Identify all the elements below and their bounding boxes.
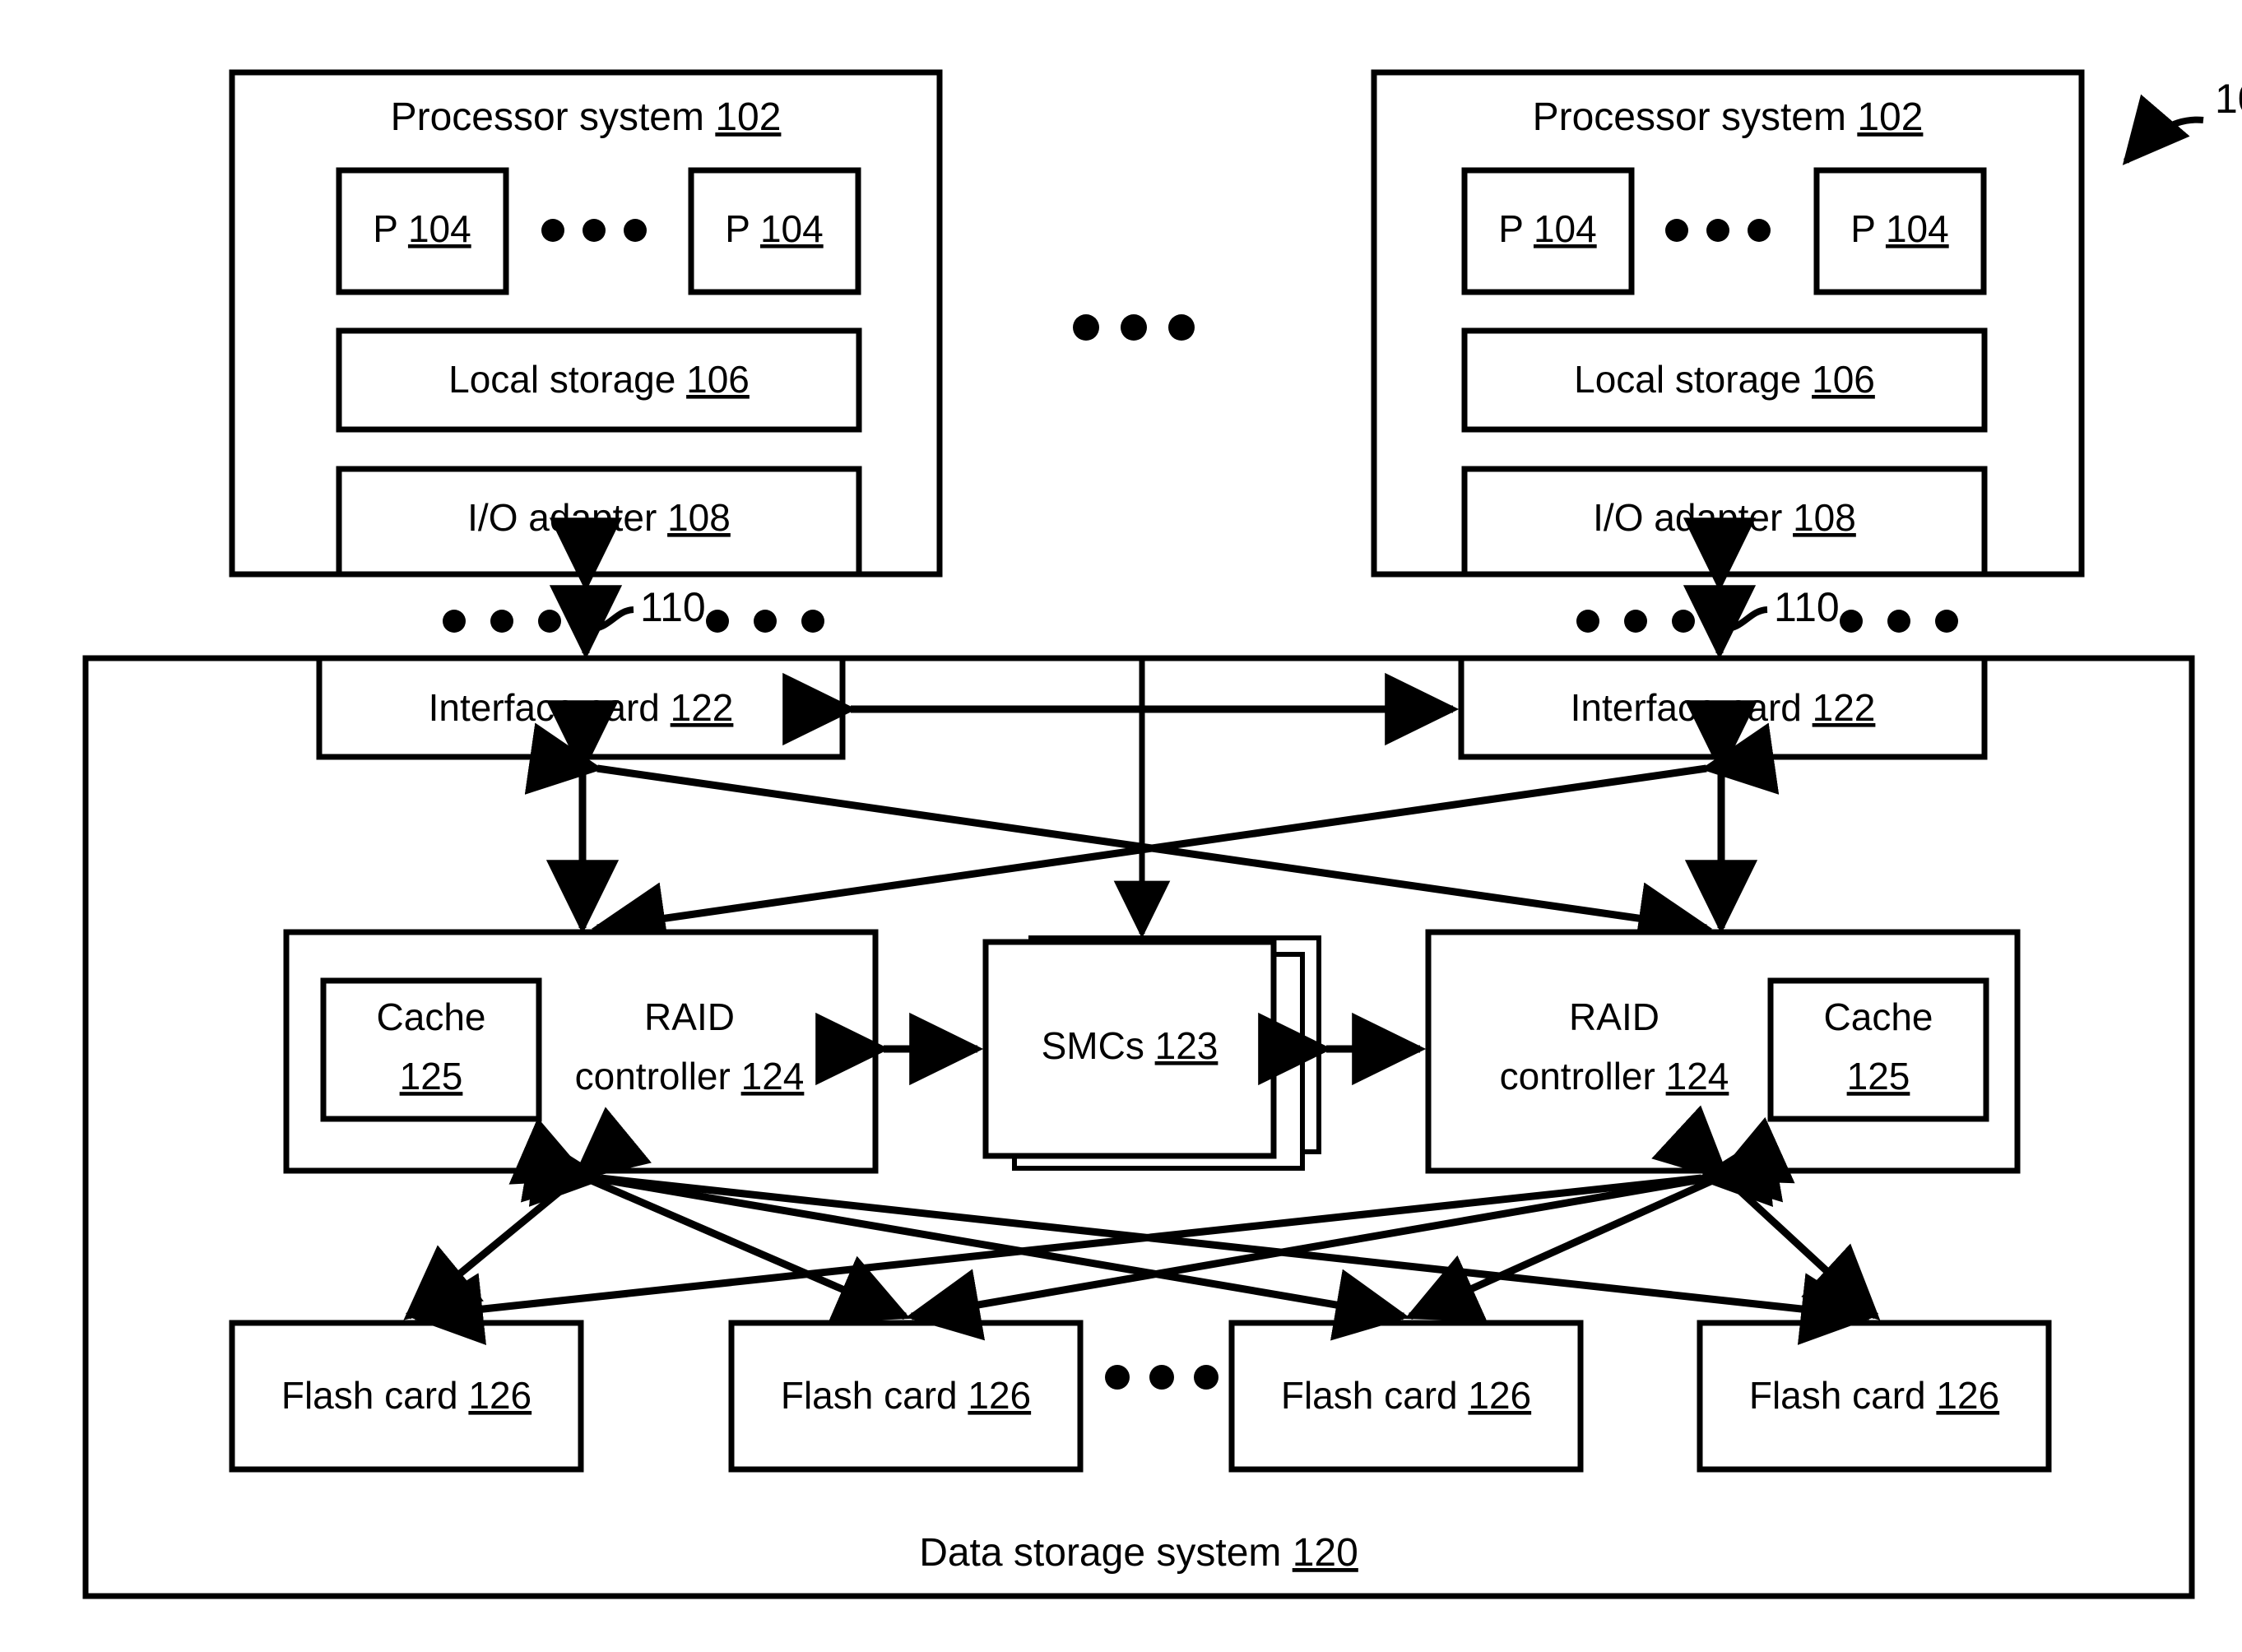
raid-controller-left-label-line1: RAID [644, 995, 735, 1038]
cache-left-num: 125 [400, 1055, 463, 1097]
local-storage-right[interactable]: Local storage 106 [1461, 327, 1988, 433]
processor-left-2-label: P 104 [725, 207, 823, 250]
processor-left-ellipsis [541, 219, 647, 242]
flash-card-1-label: Flash card 126 [281, 1374, 531, 1417]
cache-left[interactable]: Cache 125 [320, 977, 542, 1122]
flash-cards-ellipsis [1105, 1365, 1218, 1390]
raid-controller-left-label-line2: controller 124 [575, 1055, 805, 1097]
smcs-label: SMCs 123 [1042, 1024, 1218, 1067]
local-storage-right-label: Local storage 106 [1574, 358, 1875, 401]
interface-card-left-label: Interface card 122 [429, 686, 734, 729]
processor-right-1[interactable]: P 104 [1461, 167, 1635, 295]
flash-card-4-label: Flash card 126 [1749, 1374, 1999, 1417]
processor-systems-ellipsis [1073, 314, 1195, 341]
processor-right-2-label: P 104 [1850, 207, 1948, 250]
local-storage-left[interactable]: Local storage 106 [336, 327, 862, 433]
interface-card-left[interactable]: Interface card 122 [316, 655, 846, 760]
flash-card-3[interactable]: Flash card 126 [1228, 1320, 1584, 1473]
cache-right[interactable]: Cache 125 [1767, 977, 1989, 1122]
processor-right-1-label: P 104 [1498, 207, 1596, 250]
raid-controller-right-label-line1: RAID [1569, 995, 1659, 1038]
figure-reference-label: 100 [2215, 76, 2242, 122]
io-adapter-left[interactable]: I/O adapter 108 [336, 466, 862, 578]
io-adapter-left-label: I/O adapter 108 [467, 496, 731, 539]
smcs-stack[interactable]: SMCs 123 [982, 935, 1321, 1171]
local-storage-left-label: Local storage 106 [448, 358, 750, 401]
link-110-left-leader [588, 606, 634, 633]
processor-system-left-title: Processor system 102 [391, 95, 782, 139]
interface-card-right-label: Interface card 122 [1571, 686, 1876, 729]
flash-card-1[interactable]: Flash card 126 [229, 1320, 584, 1473]
processor-system-right-title: Processor system 102 [1533, 95, 1924, 139]
processor-left-2[interactable]: P 104 [688, 167, 861, 295]
io-adapter-right[interactable]: I/O adapter 108 [1461, 466, 1988, 578]
processor-right-2[interactable]: P 104 [1813, 167, 1987, 295]
processor-system-left[interactable]: Processor system 102 P 104 P 104 Local s… [229, 69, 943, 578]
data-storage-system-title: Data storage system 120 [919, 1531, 1358, 1575]
figure-reference-100: 100 [2122, 76, 2242, 165]
processor-left-1-label: P 104 [373, 207, 471, 250]
link-110-right: 110 [1576, 517, 1958, 660]
patent-figure-block-diagram: Processor system 102 P 104 P 104 Local s… [82, 69, 2242, 1599]
raid-controller-left[interactable]: Cache 125 RAID controller 124 [283, 929, 879, 1174]
cache-right-num: 125 [1847, 1055, 1910, 1097]
io-adapter-right-label: I/O adapter 108 [1593, 496, 1856, 539]
interface-card-right[interactable]: Interface card 122 [1458, 655, 1988, 760]
cache-left-label: Cache [377, 995, 486, 1038]
flash-card-2[interactable]: Flash card 126 [728, 1320, 1084, 1473]
flash-card-2-label: Flash card 126 [781, 1374, 1031, 1417]
processor-system-right[interactable]: Processor system 102 P 104 P 104 Local s… [1371, 69, 2085, 578]
link-110-right-leader [1722, 606, 1768, 633]
flash-card-4[interactable]: Flash card 126 [1697, 1320, 2052, 1473]
link-110-right-label: 110 [1774, 584, 1840, 630]
processor-right-ellipsis [1665, 219, 1771, 242]
link-110-left-label: 110 [640, 584, 706, 630]
raid-controller-right[interactable]: RAID controller 124 Cache 125 [1425, 929, 2021, 1174]
raid-controller-right-label-line2: controller 124 [1500, 1055, 1729, 1097]
cache-right-label: Cache [1824, 995, 1933, 1038]
processor-left-1[interactable]: P 104 [336, 167, 509, 295]
link-110-left: 110 [443, 517, 824, 660]
flash-card-3-label: Flash card 126 [1281, 1374, 1531, 1417]
